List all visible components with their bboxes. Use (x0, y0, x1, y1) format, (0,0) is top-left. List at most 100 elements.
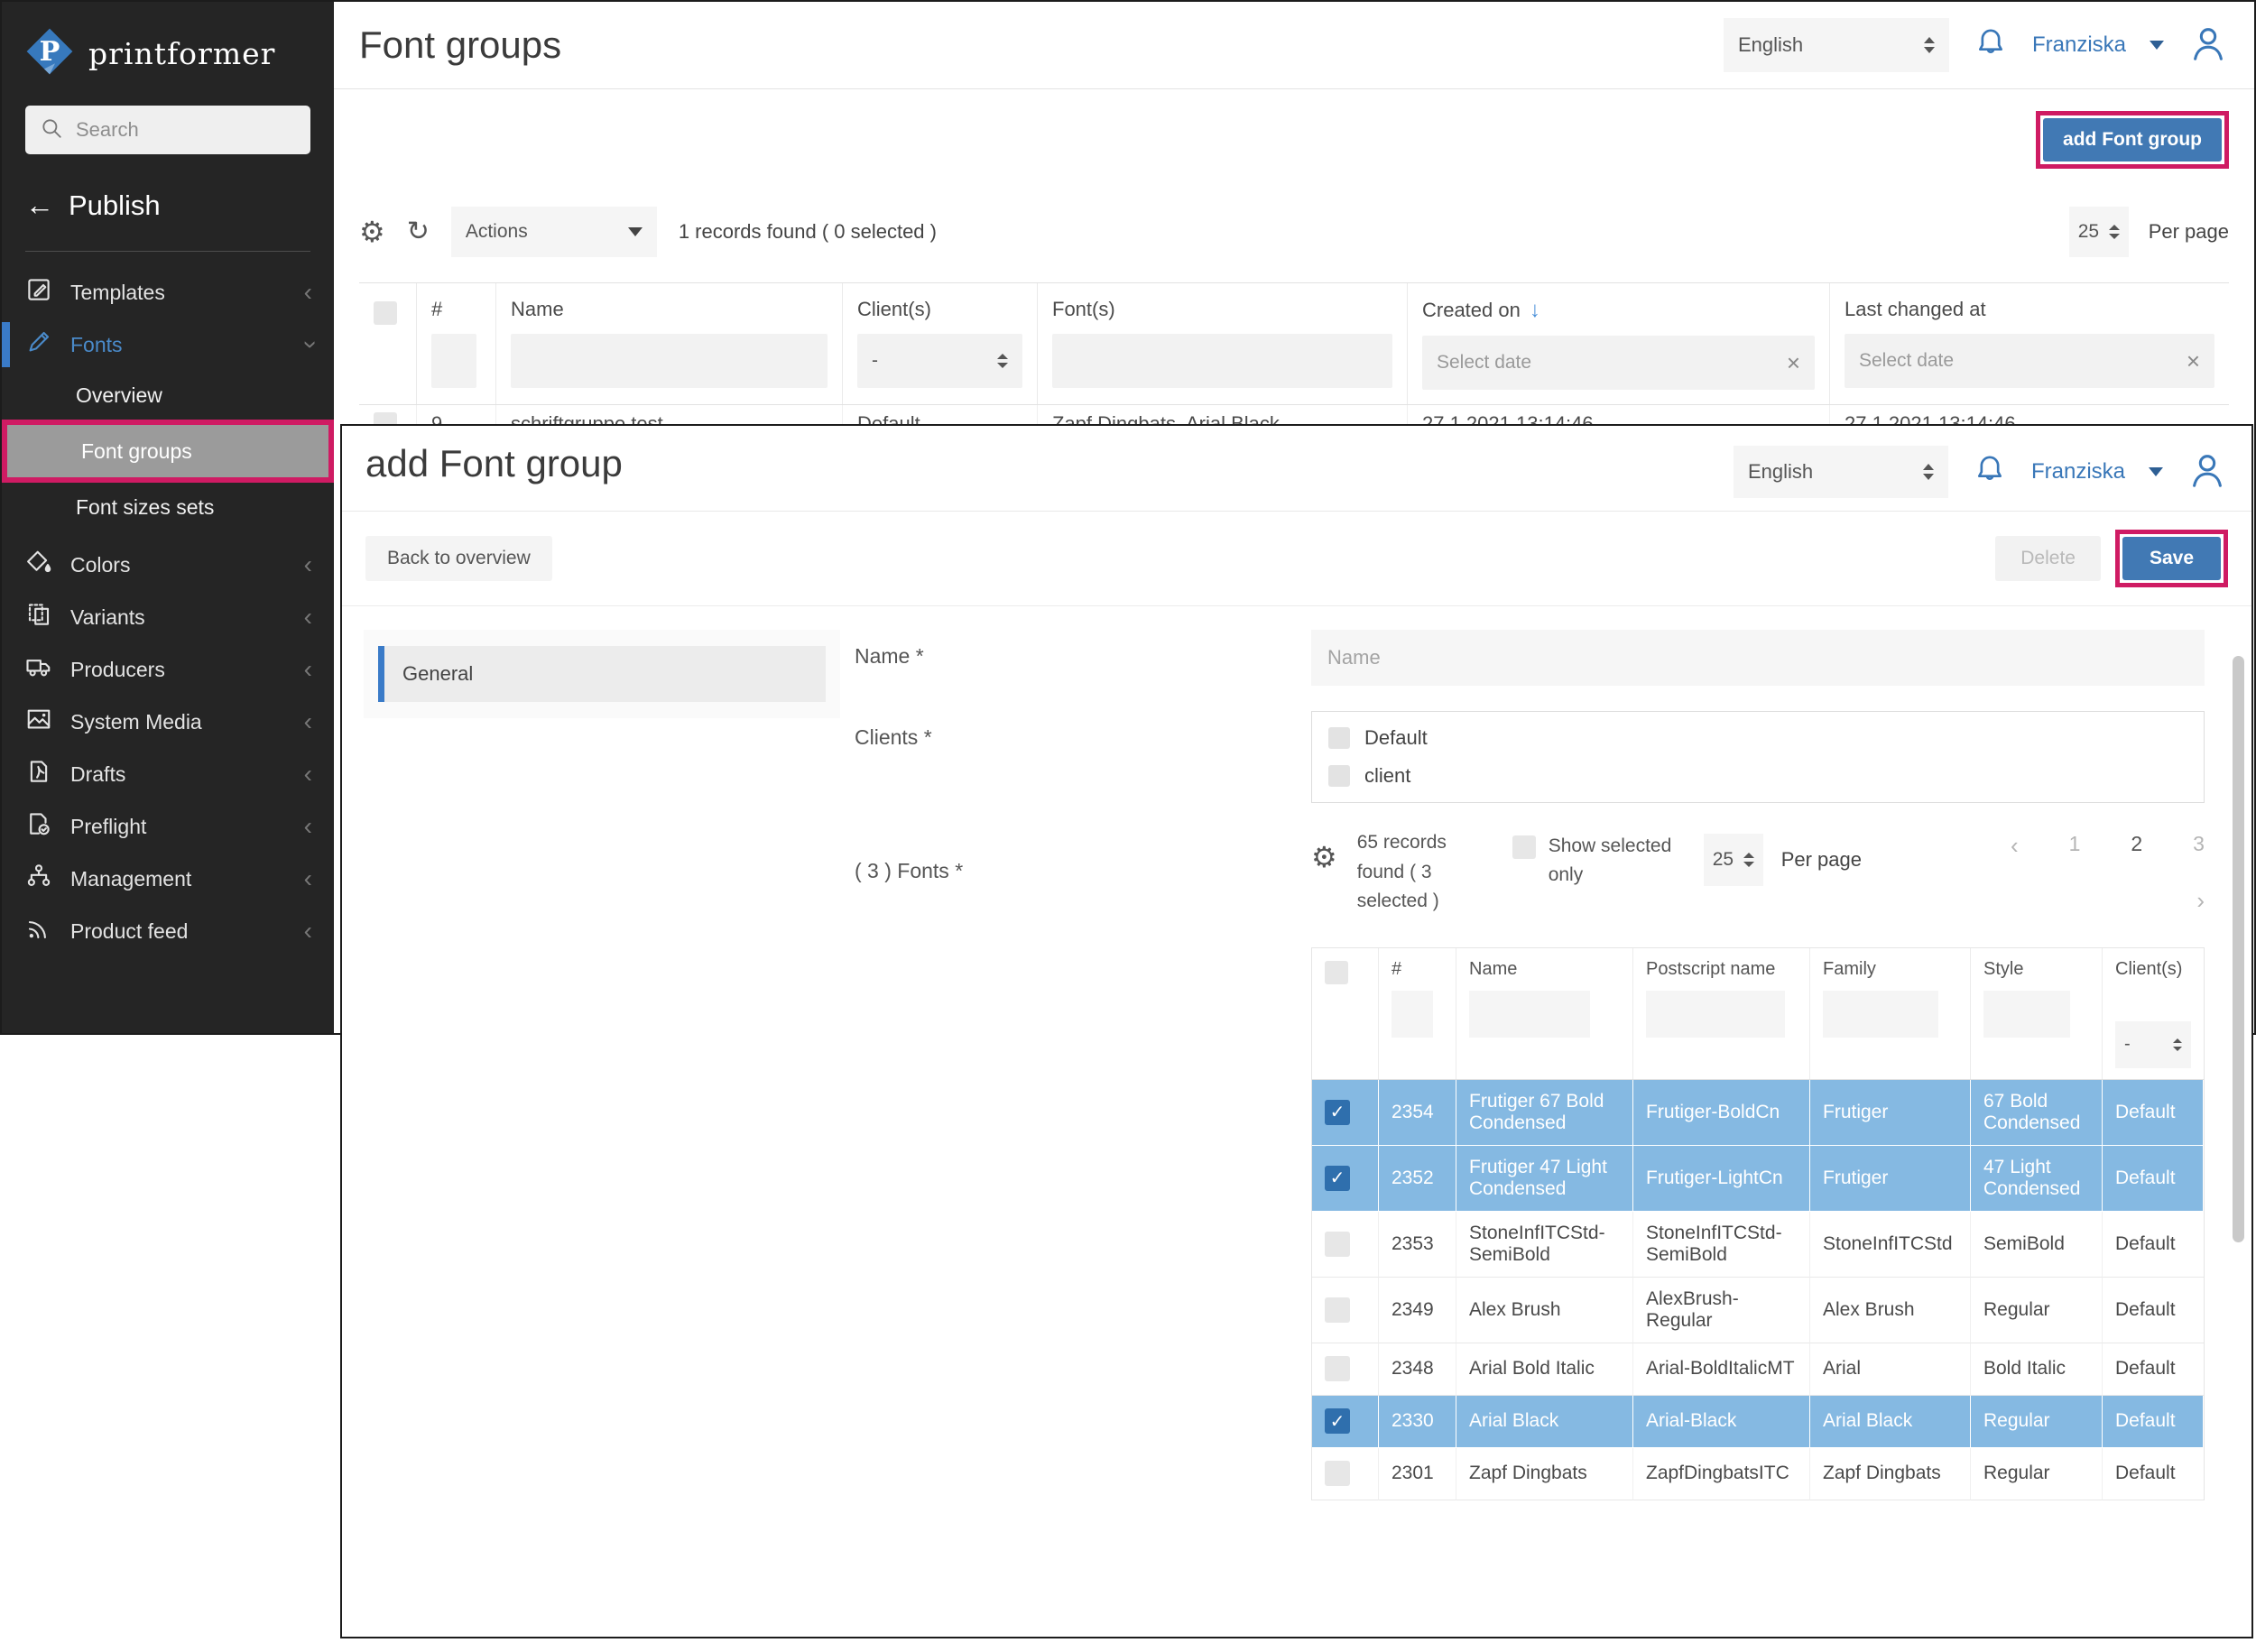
cell-family: Arial Black (1810, 1396, 1971, 1448)
sidebar-item-preflight[interactable]: Preflight ‹ (2, 800, 334, 853)
refresh-icon[interactable]: ↻ (407, 218, 430, 245)
back-to-publish[interactable]: ← Publish (25, 189, 310, 222)
user-caret-icon[interactable] (2150, 41, 2164, 50)
cell-family: Frutiger (1810, 1080, 1971, 1146)
font-row[interactable]: 2353 StoneInfITCStd-SemiBold StoneInfITC… (1312, 1212, 2204, 1278)
col-family: Family (1823, 959, 1957, 980)
sort-desc-icon[interactable]: ↓ (1530, 298, 1540, 323)
sidebar-search[interactable] (25, 106, 310, 154)
modal-title: add Font group (365, 438, 623, 485)
row-checkbox[interactable]: ✓ (1325, 1100, 1350, 1125)
add-font-group-button[interactable]: add Font group (2043, 118, 2222, 162)
delete-button[interactable]: Delete (1995, 536, 2101, 581)
font-row[interactable]: ✓ 2330 Arial Black Arial-Black Arial Bla… (1312, 1396, 2204, 1448)
row-checkbox[interactable] (1325, 1297, 1350, 1323)
chevron-left-icon: ‹ (304, 657, 312, 682)
sidebar-item-producers[interactable]: Producers ‹ (2, 643, 334, 696)
cell-name: StoneInfITCStd-SemiBold (1456, 1212, 1633, 1278)
postscript-filter-input[interactable] (1646, 991, 1785, 1038)
cell-name: Alex Brush (1456, 1278, 1633, 1343)
sidebar-item-templates[interactable]: Templates ‹ (2, 266, 334, 318)
search-input[interactable] (76, 118, 283, 142)
sidebar-item-variants[interactable]: Variants ‹ (2, 591, 334, 643)
font-row[interactable]: ✓ 2354 Frutiger 67 Bold Condensed Frutig… (1312, 1080, 2204, 1146)
name-filter-input[interactable] (1469, 991, 1590, 1038)
clear-date-icon[interactable]: × (2187, 347, 2200, 375)
gear-icon[interactable]: ⚙ (1311, 828, 1337, 872)
page-2[interactable]: 2 (2131, 832, 2142, 860)
page-1[interactable]: 1 (2069, 832, 2081, 860)
cell-family: Arial (1810, 1343, 1971, 1396)
select-all-checkbox[interactable] (374, 301, 397, 325)
colors-label: Colors (70, 553, 130, 577)
scrollbar-thumb[interactable] (2233, 656, 2244, 1242)
cell-postscript: Frutiger-BoldCn (1633, 1080, 1810, 1146)
sidebar-item-drafts[interactable]: Drafts ‹ (2, 748, 334, 800)
font-row[interactable]: ✓ 2352 Frutiger 47 Light Condensed Fruti… (1312, 1146, 2204, 1212)
name-field[interactable] (1311, 630, 2205, 686)
select-all-checkbox[interactable] (1325, 961, 1348, 984)
cell-style: Bold Italic (1971, 1343, 2103, 1396)
cell-name: Arial Black (1456, 1396, 1633, 1448)
user-caret-icon[interactable] (2149, 467, 2163, 476)
save-button[interactable]: Save (2122, 537, 2221, 580)
family-filter-input[interactable] (1823, 991, 1938, 1038)
name-filter-input[interactable] (511, 334, 828, 388)
next-page-icon[interactable]: › (2011, 887, 2205, 915)
sidebar-item-system-media[interactable]: System Media ‹ (2, 696, 334, 748)
created-date-filter[interactable]: Select date × (1422, 336, 1815, 390)
brand-logo[interactable]: P printformer (2, 2, 334, 102)
col-fonts: Font(s) (1052, 298, 1392, 321)
back-to-overview-button[interactable]: Back to overview (365, 536, 552, 581)
style-filter-input[interactable] (1983, 991, 2070, 1038)
fonts-per-page-select[interactable]: 25 (1704, 834, 1763, 886)
sidebar-item-font-groups[interactable]: Font groups (7, 425, 328, 477)
row-checkbox[interactable] (1325, 1232, 1350, 1257)
sidebar-item-font-sizes-sets[interactable]: Font sizes sets (2, 483, 334, 531)
row-checkbox[interactable]: ✓ (1325, 1408, 1350, 1434)
font-row[interactable]: 2349 Alex Brush AlexBrush-Regular Alex B… (1312, 1278, 2204, 1343)
sidebar-item-overview[interactable]: Overview (2, 371, 334, 420)
client-option-default[interactable]: Default (1328, 726, 2187, 750)
notifications-bell-icon[interactable] (1972, 452, 2008, 493)
default-checkbox[interactable] (1328, 727, 1350, 749)
row-checkbox[interactable]: ✓ (1325, 1166, 1350, 1191)
sidebar-item-product-feed[interactable]: Product feed ‹ (2, 905, 334, 957)
client-option-client[interactable]: client (1328, 764, 2187, 788)
show-selected-checkbox[interactable] (1512, 835, 1536, 859)
clients-filter-select[interactable]: - (2115, 1021, 2191, 1068)
user-menu[interactable]: Franziska (2031, 459, 2125, 485)
tab-general[interactable]: General (378, 646, 826, 702)
user-avatar-icon[interactable] (2187, 449, 2228, 495)
num-filter-input[interactable] (1392, 991, 1433, 1038)
row-checkbox[interactable] (1325, 1356, 1350, 1381)
sidebar-item-management[interactable]: Management ‹ (2, 853, 334, 905)
font-row[interactable]: 2348 Arial Bold Italic Arial-BoldItalicM… (1312, 1343, 2204, 1396)
font-row[interactable]: 2301 Zapf Dingbats ZapfDingbatsITC Zapf … (1312, 1448, 2204, 1500)
sidebar-item-colors[interactable]: Colors ‹ (2, 539, 334, 591)
col-created[interactable]: Created on (1422, 299, 1521, 322)
overview-label: Overview (76, 383, 162, 408)
clear-date-icon[interactable]: × (1787, 349, 1800, 377)
changed-date-filter[interactable]: Select date × (1845, 334, 2214, 388)
cell-clients: Default (2103, 1212, 2204, 1278)
fonts-filter-input[interactable] (1052, 334, 1392, 388)
page-3[interactable]: 3 (2193, 832, 2205, 860)
language-select[interactable]: English (1734, 446, 1948, 498)
user-avatar-icon[interactable] (2187, 23, 2229, 69)
language-select[interactable]: English (1724, 18, 1949, 72)
sidebar-item-fonts[interactable]: Fonts ‹ (2, 318, 334, 371)
num-filter-input[interactable] (431, 334, 476, 388)
gear-icon[interactable]: ⚙ (359, 217, 385, 246)
show-selected-only[interactable]: Show selected only (1512, 828, 1684, 889)
clients-filter-select[interactable]: - (857, 334, 1022, 388)
row-checkbox[interactable] (1325, 1461, 1350, 1486)
notifications-bell-icon[interactable] (1973, 25, 2009, 66)
user-menu[interactable]: Franziska (2032, 32, 2126, 58)
prev-page-icon[interactable]: ‹ (2011, 832, 2019, 860)
per-page-select[interactable]: 25 (2069, 207, 2129, 257)
actions-select[interactable]: Actions (451, 207, 657, 257)
client-checkbox[interactable] (1328, 765, 1350, 787)
publish-label: Publish (69, 189, 161, 222)
svg-text:P: P (40, 36, 60, 68)
